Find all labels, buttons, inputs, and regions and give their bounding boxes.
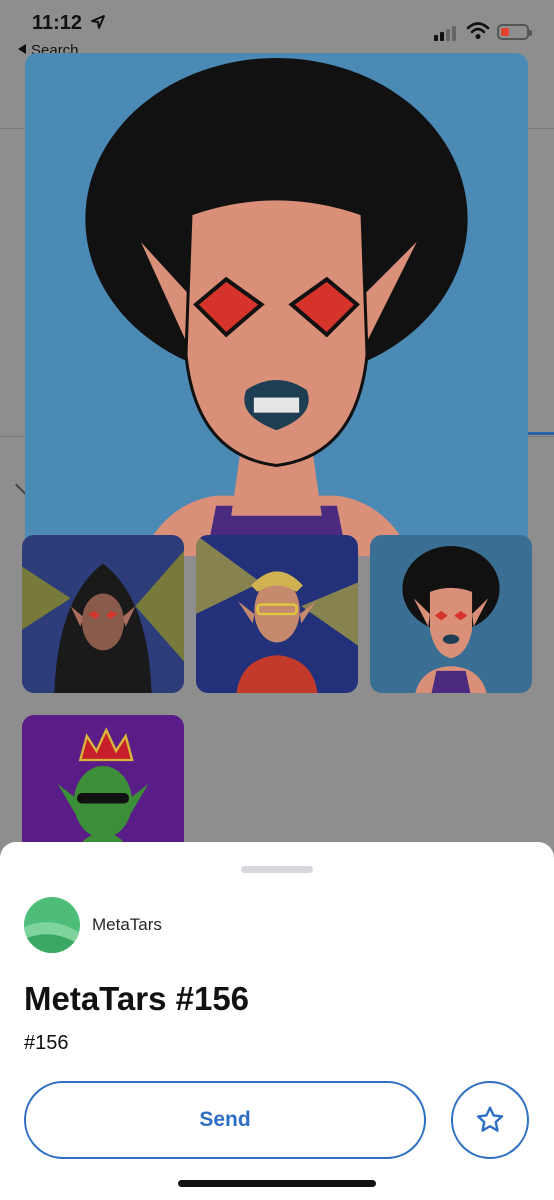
nft-thumbnail[interactable]: [196, 535, 358, 693]
nft-token-id: #156: [24, 1032, 69, 1054]
collection-logo-art: [24, 897, 80, 953]
nft-thumbnail[interactable]: [370, 535, 532, 693]
battery-low-icon: [497, 24, 532, 40]
hooded-cyborg-elf-art: [22, 535, 184, 693]
send-button[interactable]: Send: [24, 1081, 426, 1159]
blonde-cyborg-elf-art: [196, 535, 358, 693]
afro-elf-art: [370, 535, 532, 693]
collection-name[interactable]: MetaTars: [92, 915, 162, 935]
home-indicator: [178, 1180, 376, 1187]
status-time: 11:12: [32, 12, 83, 34]
nft-title: MetaTars #156: [24, 980, 250, 1017]
collection-logo: [24, 897, 80, 953]
nft-thumbnail[interactable]: [22, 535, 184, 693]
nft-main-image[interactable]: [25, 53, 528, 556]
wifi-icon: [466, 22, 490, 39]
nft-detail-sheet: MetaTars MetaTars #156 #156 Send: [0, 842, 554, 1200]
star-icon: [476, 1106, 504, 1132]
sheet-grabber-handle[interactable]: [241, 866, 313, 873]
location-arrow-icon: [91, 15, 105, 29]
afro-elf-portrait-art: [25, 53, 528, 556]
cellular-signal-icon: [434, 26, 456, 41]
active-tab-underline: [524, 432, 554, 435]
back-arrow-icon: [18, 44, 26, 54]
favorite-button[interactable]: [451, 1081, 529, 1159]
